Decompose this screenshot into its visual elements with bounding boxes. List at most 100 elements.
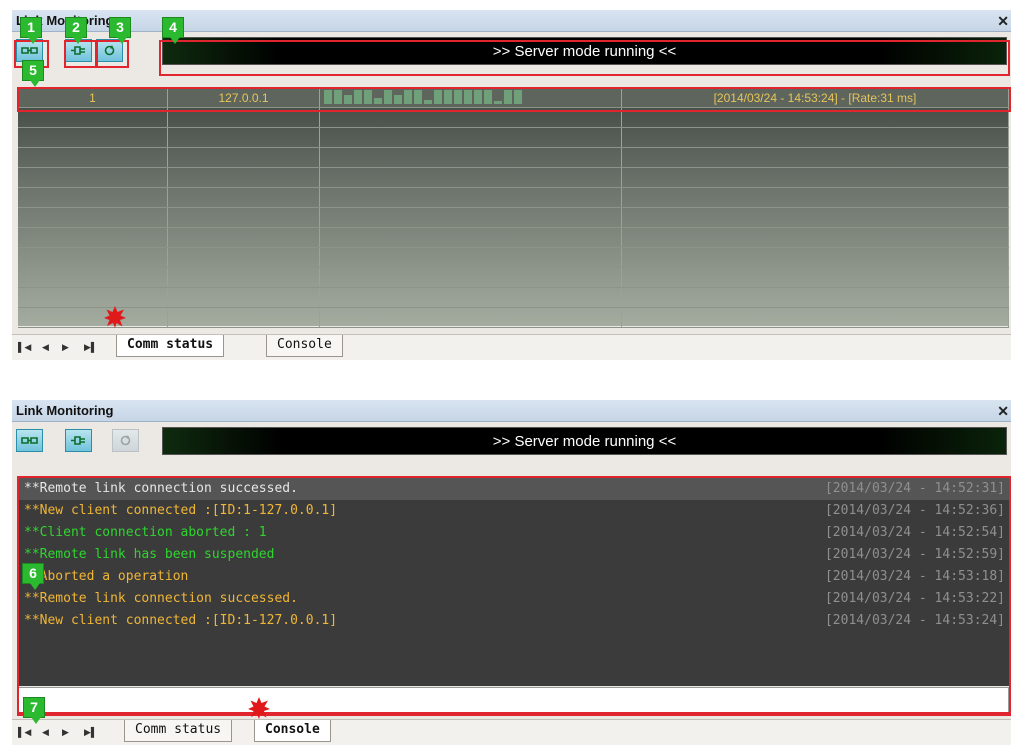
annotation-badge: 6 [22,563,44,590]
console-message: **New client connected :[ID:1-127.0.0.1] [24,613,338,628]
close-icon[interactable]: ✕ [997,400,1009,422]
sheet-tabs-bar: ▌◀ ◀ ▶ ▶▌ Comm status Console [12,334,1011,360]
table-row[interactable] [18,268,1009,288]
grid-cell [168,228,320,247]
console-timestamp: [2014/03/24 - 14:52:59] [824,547,1005,562]
console-line: **New client connected :[ID:1-127.0.0.1]… [18,610,1009,632]
refresh-button[interactable] [112,429,139,452]
console-timestamp: [2014/03/24 - 14:52:36] [824,503,1005,518]
table-row[interactable] [18,108,1009,128]
table-row[interactable] [18,188,1009,208]
table-row[interactable] [18,288,1009,308]
grid-cell [168,108,320,127]
grid-cell [622,128,1009,147]
console-message: **Remote link has been suspended [24,547,275,562]
link-monitoring-panel-comm-status: Link Monitoring ✕ >> Server mode running… [12,10,1011,360]
close-icon[interactable]: ✕ [997,10,1009,32]
grid-cell [168,128,320,147]
activity-bar [454,90,462,104]
table-row[interactable] [18,208,1009,228]
next-sheet-icon[interactable]: ▶ [62,342,69,353]
panel-title: Link Monitoring [16,403,114,418]
tab-comm-status[interactable]: Comm status [116,335,225,357]
console-message: **Remote link connection successed. [24,591,298,606]
annotation-badge: 4 [162,17,184,44]
activity-bar [504,90,512,104]
activity-bar [404,90,412,104]
first-sheet-icon[interactable]: ▌◀ [18,342,31,353]
activity-bar [464,90,472,104]
activity-bar [494,101,502,104]
grid-cell [622,288,1009,307]
activity-bar [484,90,492,104]
last-sheet-icon[interactable]: ▶▌ [84,342,97,353]
console-line: **Remote link connection successed. [2014… [18,588,1009,610]
console-timestamp: [2014/03/24 - 14:53:18] [824,569,1005,584]
console-message: **New client connected :[ID:1-127.0.0.1] [24,503,338,518]
table-row[interactable] [18,308,1009,328]
plug-button[interactable] [65,429,92,452]
first-sheet-icon[interactable]: ▌◀ [18,727,31,738]
activity-bar [334,90,342,104]
tab-console[interactable]: Console [266,335,343,357]
grid-cell [320,228,622,247]
tab-comm-status[interactable]: Comm status [124,720,233,742]
prev-sheet-icon[interactable]: ◀ [42,342,49,353]
grid-cell [168,248,320,267]
plug-icon [71,46,85,55]
grid-cell [622,168,1009,187]
table-row[interactable] [18,248,1009,268]
grid-cell [320,128,622,147]
toolbar: >> Server mode running << [12,422,1011,458]
activity-bar [424,100,432,104]
panel-titlebar: Link Monitoring ✕ [12,400,1011,422]
server-status-bar: >> Server mode running << [162,37,1007,65]
console-message: **Remote link connection successed. [24,481,298,496]
grid-cell [168,268,320,287]
grid-cell [168,208,320,227]
table-row[interactable] [18,228,1009,248]
grid-cell [622,248,1009,267]
annotation-badge: 3 [109,17,131,44]
console-log[interactable]: **Remote link connection successed. [2014… [18,478,1009,686]
prev-sheet-icon[interactable]: ◀ [42,727,49,738]
link-toggle-button[interactable] [16,429,43,452]
client-id-cell: 1 [18,88,168,107]
grid-cell [18,168,168,187]
activity-bar [324,90,332,104]
table-row[interactable]: 1 127.0.0.1 [2014/03/24 - 14:53:24] - [R… [18,88,1009,108]
activity-bar [354,90,362,104]
activity-bar [434,90,442,104]
ip-cell: 127.0.0.1 [168,88,320,107]
grid-cell [320,188,622,207]
console-message: **Aborted a operation [24,569,189,584]
console-timestamp: [2014/03/24 - 14:53:22] [824,591,1005,606]
grid-cell [18,128,168,147]
grid-cell [18,208,168,227]
activity-bars-cell [320,88,622,107]
grid-cell [18,248,168,267]
next-sheet-icon[interactable]: ▶ [62,727,69,738]
grid-cell [320,208,622,227]
comm-status-grid: 1 127.0.0.1 [2014/03/24 - 14:53:24] - [R… [18,88,1009,328]
grid-cell [18,188,168,207]
console-timestamp: [2014/03/24 - 14:52:31] [824,481,1005,496]
console-line: **New client connected :[ID:1-127.0.0.1]… [18,500,1009,522]
console-input[interactable] [18,687,1009,713]
console-line: **Remote link connection successed. [2014… [18,478,1009,500]
table-row[interactable] [18,128,1009,148]
last-sheet-icon[interactable]: ▶▌ [84,727,97,738]
table-row[interactable] [18,148,1009,168]
grid-cell [320,288,622,307]
grid-cell [168,168,320,187]
activity-bar [384,90,392,104]
link-toggle-icon [21,437,38,444]
grid-cell [168,308,320,327]
console-timestamp: [2014/03/24 - 14:52:54] [824,525,1005,540]
grid-cell [18,288,168,307]
annotation-badge: 7 [23,697,45,724]
table-row[interactable] [18,168,1009,188]
starburst-marker-icon [248,697,270,719]
activity-bar [394,95,402,104]
tab-console[interactable]: Console [254,720,331,742]
